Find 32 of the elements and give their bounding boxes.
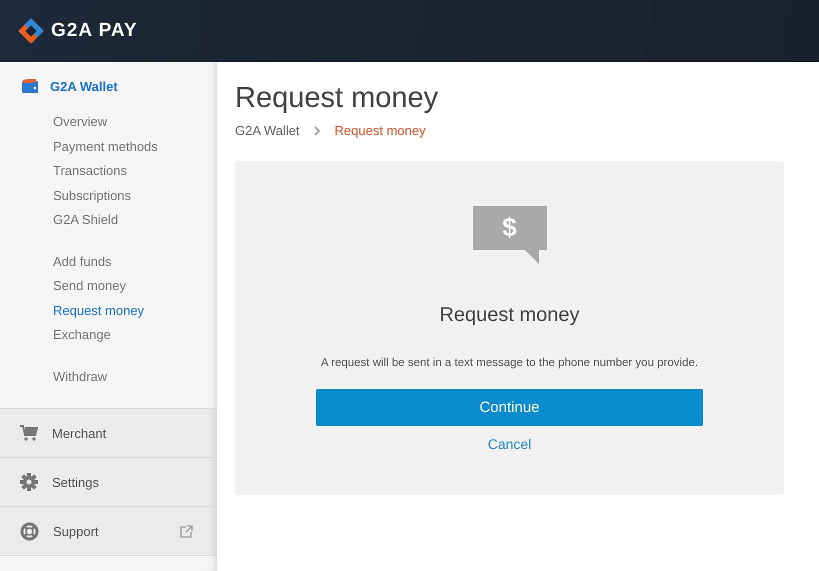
breadcrumb-item[interactable]: G2A Wallet bbox=[235, 123, 300, 138]
gear-icon bbox=[20, 473, 38, 491]
breadcrumb-item: Request money bbox=[334, 123, 426, 138]
sidebar-item[interactable]: Transactions bbox=[53, 162, 217, 180]
sidebar-item[interactable]: Add funds bbox=[53, 252, 217, 271]
continue-button[interactable]: Continue bbox=[316, 389, 703, 426]
wallet-icon bbox=[22, 79, 40, 93]
cancel-link[interactable]: Cancel bbox=[488, 436, 532, 452]
sidebar-item[interactable]: Exchange bbox=[53, 326, 217, 344]
page-title: Request money bbox=[235, 82, 440, 115]
sidebar-section[interactable]: Settings bbox=[0, 457, 217, 506]
section-label: Merchant bbox=[52, 426, 108, 440]
lifebuoy-icon bbox=[20, 522, 39, 540]
cart-icon bbox=[20, 425, 38, 441]
sidebar-section-link[interactable]: G2A Wallet bbox=[50, 78, 118, 94]
sidebar-section[interactable]: Merchant bbox=[0, 408, 217, 457]
sidebar-item[interactable]: G2A Shield bbox=[53, 211, 217, 230]
dollar-sign: $ bbox=[501, 212, 518, 243]
sidebar-section[interactable]: Support bbox=[0, 506, 217, 556]
sidebar-item[interactable]: Send money bbox=[53, 277, 217, 296]
card-description: A request will be sent in a text message to the phone number you provide. bbox=[320, 357, 698, 369]
sidebar-item[interactable]: Withdraw bbox=[53, 368, 217, 386]
sidebar-item[interactable]: Overview bbox=[53, 113, 217, 132]
sidebar-item[interactable]: Payment methods bbox=[53, 138, 217, 156]
logo-text: G2A PAY bbox=[51, 20, 138, 42]
section-label: Support bbox=[53, 524, 100, 538]
sidebar-item[interactable]: Request money bbox=[53, 302, 217, 320]
sidebar-item[interactable]: Subscriptions bbox=[53, 186, 217, 205]
external-link-icon bbox=[180, 524, 193, 538]
section-label: Settings bbox=[52, 474, 100, 490]
card-heading: Request money bbox=[439, 304, 580, 327]
chevron-icon bbox=[314, 126, 321, 136]
